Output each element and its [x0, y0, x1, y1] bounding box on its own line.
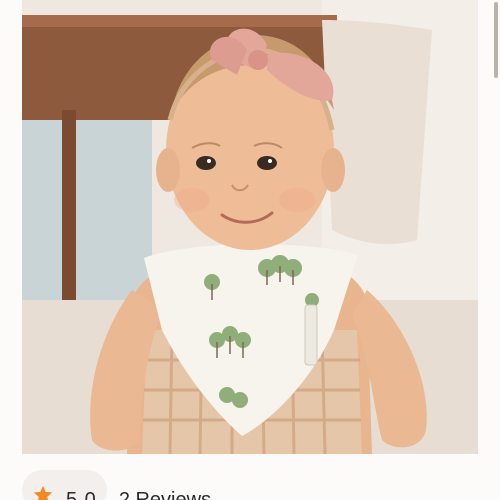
- rating-value: 5.0: [66, 488, 97, 500]
- page-scrollbar[interactable]: [492, 0, 500, 500]
- rating-row: 5.0 2 Reviews: [22, 470, 211, 500]
- scrollbar-thumb[interactable]: [494, 2, 498, 78]
- star-icon: [33, 485, 53, 500]
- product-photo-illustration: [22, 0, 478, 454]
- reviews-link[interactable]: 2 Reviews: [119, 489, 211, 500]
- product-screen: 5.0 2 Reviews: [0, 0, 500, 500]
- rating-summary[interactable]: 5.0: [22, 470, 107, 500]
- product-image[interactable]: [22, 0, 478, 454]
